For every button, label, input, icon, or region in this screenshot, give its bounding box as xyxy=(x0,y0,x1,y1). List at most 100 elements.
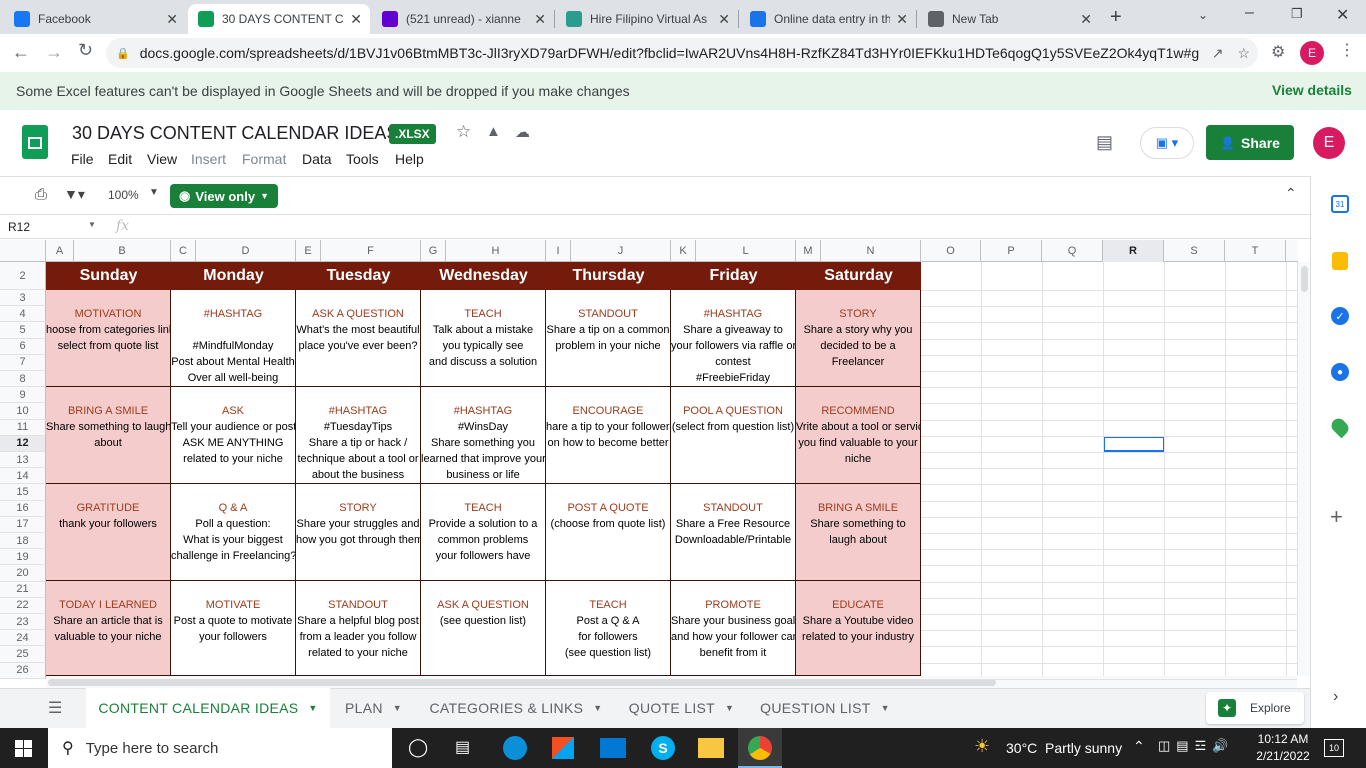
row-header-24[interactable]: 24 xyxy=(0,630,46,647)
row-header-3[interactable]: 3 xyxy=(0,290,46,307)
selected-cell-r12[interactable] xyxy=(1103,436,1165,452)
maximize-icon[interactable]: ❐ xyxy=(1291,6,1303,22)
horizontal-scroll-thumb[interactable] xyxy=(48,679,996,686)
row-header-4[interactable]: 4 xyxy=(0,306,46,323)
notification-button[interactable]: 10 xyxy=(1324,739,1344,757)
new-tab-icon[interactable]: + xyxy=(1110,6,1122,29)
calendar-cell[interactable]: STORY Share a story why you decided to be … xyxy=(796,290,921,387)
close-icon[interactable]: ✕ xyxy=(1080,11,1092,28)
sheet-tab[interactable]: CONTENT CALENDAR IDEAS ▼ xyxy=(86,688,330,728)
column-header-a[interactable]: A xyxy=(46,240,74,262)
back-icon[interactable]: ← xyxy=(12,42,30,63)
calendar-cell[interactable]: TODAY I LEARNED Share an article that is v… xyxy=(46,581,171,676)
row-header-22[interactable]: 22 xyxy=(0,597,46,614)
present-button[interactable]: ▣ ▾ xyxy=(1140,127,1194,159)
column-header-f[interactable]: F xyxy=(321,240,421,262)
keep-icon[interactable] xyxy=(1332,252,1348,270)
expand-panel-icon[interactable]: › xyxy=(1333,688,1338,706)
row-header-26[interactable]: 26 xyxy=(0,662,46,679)
chrome-taskbar-button[interactable] xyxy=(738,728,782,768)
calendar-cell[interactable]: Q & A Poll a question: What is your bigges… xyxy=(171,484,296,581)
explore-button[interactable]: ✦ Explore xyxy=(1206,692,1304,724)
windows-start-icon[interactable] xyxy=(15,740,32,757)
weather-icon[interactable]: ☀ xyxy=(974,736,990,757)
close-icon[interactable]: ✕ xyxy=(350,11,362,28)
sheet-tab[interactable]: QUESTION LIST ▼ xyxy=(748,688,902,728)
contacts-icon[interactable]: ● xyxy=(1331,363,1349,381)
calendar-cell[interactable]: POST A QUOTE (choose from quote list) xyxy=(546,484,671,581)
menu-tools[interactable]: Tools xyxy=(346,151,379,167)
comments-icon[interactable]: ▤ xyxy=(1096,132,1113,153)
skype-icon[interactable]: S xyxy=(651,736,675,760)
mail-app-icon[interactable] xyxy=(600,738,626,758)
menu-file[interactable]: File xyxy=(71,151,94,167)
calendar-cell[interactable]: EDUCATE Share a Youtube video related to y… xyxy=(796,581,921,676)
bookmark-star-icon[interactable]: ☆ xyxy=(1237,45,1250,62)
horizontal-scrollbar[interactable] xyxy=(46,676,1297,688)
row-header-19[interactable]: 19 xyxy=(0,549,46,566)
clock-time[interactable]: 10:12 AM xyxy=(1256,732,1310,746)
share-button[interactable]: 👤 Share xyxy=(1206,125,1294,160)
row-header-17[interactable]: 17 xyxy=(0,516,46,533)
day-header-tuesday[interactable]: Tuesday xyxy=(296,262,421,290)
column-header-e[interactable]: E xyxy=(296,240,321,262)
tab-search-icon[interactable]: ⌄ xyxy=(1198,8,1208,22)
day-header-friday[interactable]: Friday xyxy=(671,262,796,290)
row-header-10[interactable]: 10 xyxy=(0,403,46,420)
column-header-h[interactable]: H xyxy=(446,240,546,262)
name-box-dropdown-icon[interactable]: ▼ xyxy=(88,220,96,229)
calendar-icon[interactable]: 31 xyxy=(1331,195,1349,213)
day-header-saturday[interactable]: Saturday xyxy=(796,262,921,290)
row-header-16[interactable]: 16 xyxy=(0,500,46,517)
menu-format[interactable]: Format xyxy=(242,151,286,167)
browser-tab[interactable]: New Tab ✕ xyxy=(918,4,1100,34)
tray-icons[interactable]: ◫▤☲🔊 xyxy=(1158,738,1234,754)
row-header-25[interactable]: 25 xyxy=(0,646,46,663)
view-details-link[interactable]: View details xyxy=(1272,82,1352,98)
row-header-2[interactable]: 2 xyxy=(0,262,46,290)
menu-data[interactable]: Data xyxy=(302,151,332,167)
browser-menu-icon[interactable]: ⋮ xyxy=(1339,40,1355,60)
close-icon[interactable]: ✕ xyxy=(718,11,730,28)
row-header-9[interactable]: 9 xyxy=(0,387,46,404)
grid-corner[interactable] xyxy=(0,240,46,262)
calendar-cell[interactable]: BRING A SMILE Share something to laugh abo… xyxy=(796,484,921,581)
calendar-cell[interactable]: GRATITUDE thank your followers xyxy=(46,484,171,581)
calendar-cell[interactable]: RECOMMEND Vrite about a tool or servic you… xyxy=(796,387,921,484)
calendar-cell[interactable]: TEACH Talk about a mistake you typically s… xyxy=(421,290,546,387)
formula-input[interactable] xyxy=(146,217,1296,237)
day-header-thursday[interactable]: Thursday xyxy=(546,262,671,290)
column-header-m[interactable]: M xyxy=(796,240,821,262)
cloud-status-icon[interactable]: ☁ xyxy=(515,123,530,141)
row-header-11[interactable]: 11 xyxy=(0,419,46,436)
filter-icon[interactable]: ▼▾ xyxy=(64,186,85,203)
row-header-18[interactable]: 18 xyxy=(0,533,46,550)
taskbar-search[interactable]: ⚲ Type here to search xyxy=(48,728,392,768)
calendar-cell[interactable]: STORY Share your struggles and how you got… xyxy=(296,484,421,581)
browser-tab[interactable]: Hire Filipino Virtual As ✕ xyxy=(556,4,738,34)
calendar-cell[interactable]: ENCOURAGE hare a tip to your followers on … xyxy=(546,387,671,484)
calendar-cell[interactable]: ASK A QUESTION (see question list) xyxy=(421,581,546,676)
file-explorer-icon[interactable] xyxy=(698,738,724,758)
row-header-20[interactable]: 20 xyxy=(0,565,46,582)
move-to-folder-icon[interactable]: ▲ xyxy=(486,123,501,140)
browser-tab[interactable]: (521 unread) - xianne ✕ xyxy=(372,4,554,34)
account-avatar[interactable]: E xyxy=(1313,127,1345,159)
url-bar[interactable]: 🔒 docs.google.com/spreadsheets/d/1BVJ1v0… xyxy=(106,38,1258,68)
column-header-g[interactable]: G xyxy=(421,240,446,262)
row-header-6[interactable]: 6 xyxy=(0,338,46,355)
store-icon[interactable] xyxy=(552,737,574,759)
vertical-scrollbar[interactable] xyxy=(1297,262,1310,676)
column-header-k[interactable]: K xyxy=(671,240,696,262)
weather-text[interactable]: 30°C Partly sunny xyxy=(1006,740,1122,756)
calendar-cell[interactable]: #HASHTAG #MindfulMonday Post about Mental … xyxy=(171,290,296,387)
name-box[interactable]: R12 xyxy=(8,220,30,234)
row-header-15[interactable]: 15 xyxy=(0,484,46,501)
calendar-cell[interactable]: STANDOUT Share a Free Resource Downloadabl… xyxy=(671,484,796,581)
zoom-select[interactable]: 100% xyxy=(108,188,139,202)
column-header-b[interactable]: B xyxy=(74,240,171,262)
column-header-s[interactable]: S xyxy=(1164,240,1225,262)
menu-view[interactable]: View xyxy=(147,151,177,167)
column-header-i[interactable]: I xyxy=(546,240,571,262)
edge-icon[interactable] xyxy=(503,736,527,760)
